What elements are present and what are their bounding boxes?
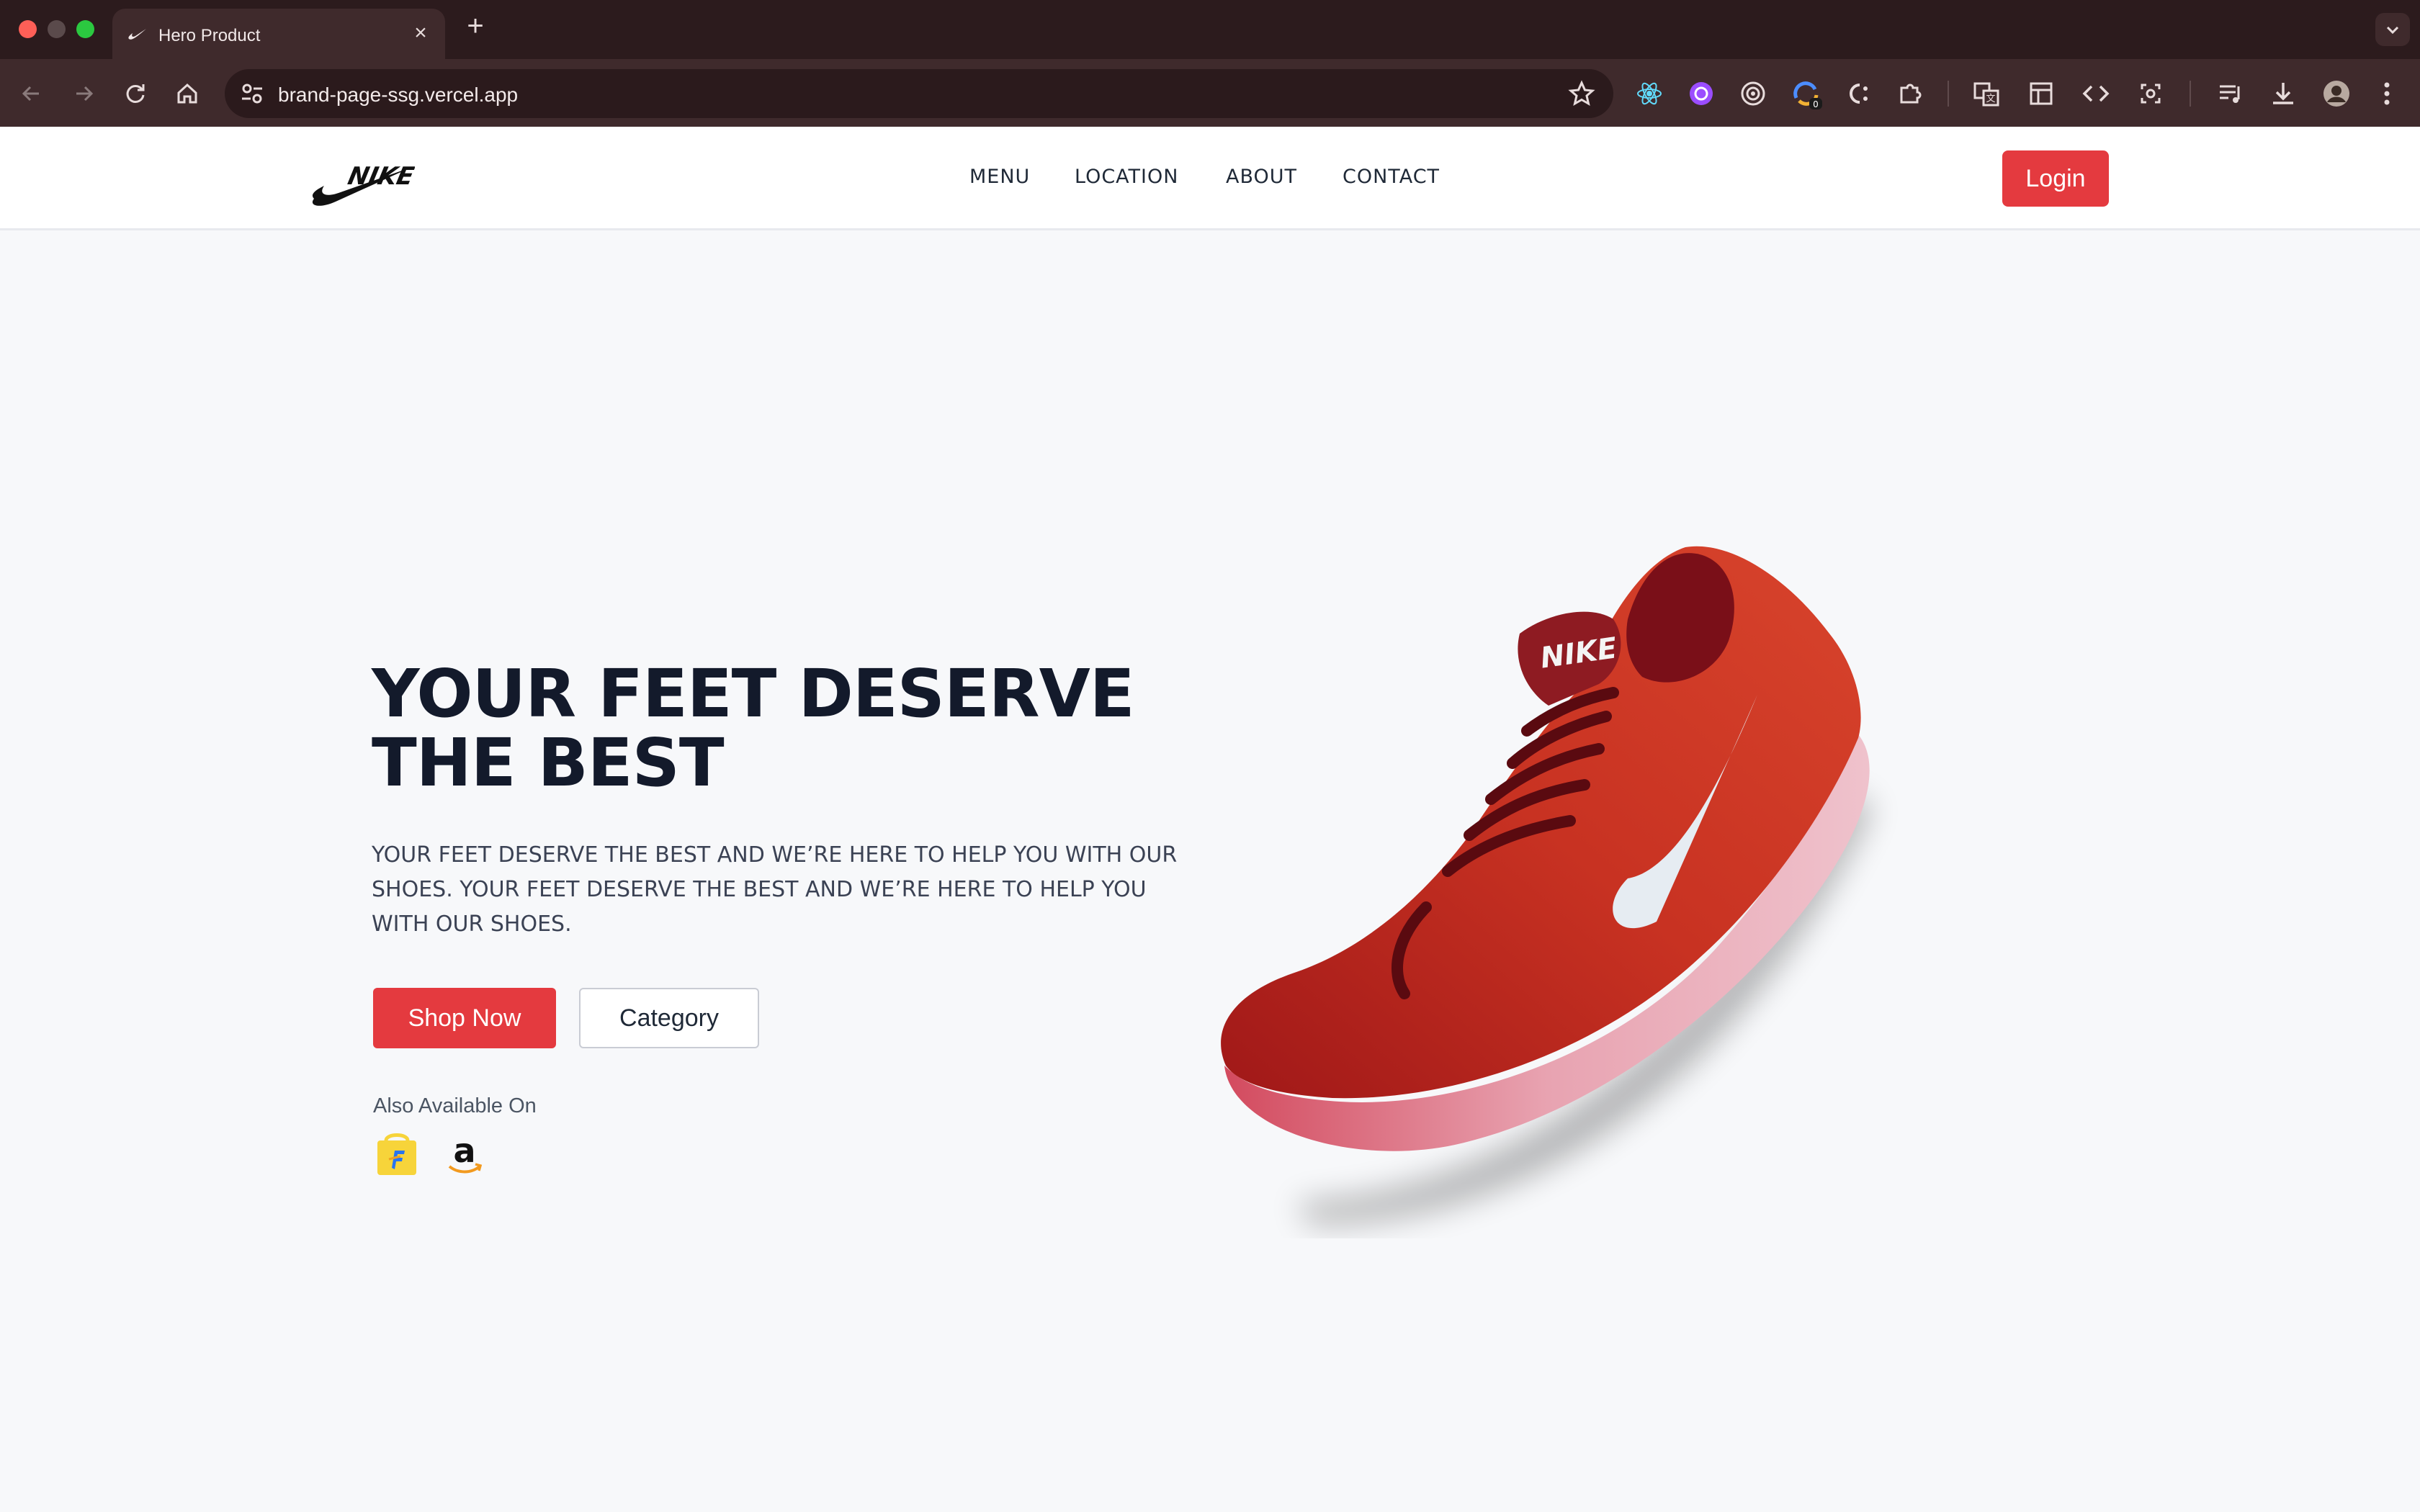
nav-location[interactable]: LOCATION [1075,166,1178,188]
svg-text:0: 0 [1813,99,1819,109]
tab-title: Hero Product [158,26,261,45]
screenshot-icon[interactable] [2133,76,2168,111]
new-tab-button[interactable]: + [461,12,490,40]
layout-panel-icon[interactable] [2024,76,2058,111]
category-button[interactable]: Category [579,988,759,1048]
site-settings-icon[interactable] [239,81,265,107]
hero-description: YOUR FEET DESERVE THE BEST AND WE’RE HER… [372,842,1178,937]
favicon-icon [128,29,146,40]
hero-title: YOUR FEET DESERVE THE BEST [372,655,1135,801]
extension-purple-icon[interactable] [1684,76,1718,111]
translate-icon[interactable]: 文 [1969,76,2004,111]
browser-tab-bar: Hero Product × + [0,0,2420,59]
nike-logo[interactable]: NIKE [307,148,415,213]
also-available-label: Also Available On [373,1094,537,1117]
nav-about[interactable]: ABOUT [1226,166,1297,188]
browser-toolbar: brand-page-ssg.vercel.app 0 文 [0,59,2420,127]
back-button[interactable] [16,78,48,109]
toolbar-divider [1948,81,1949,107]
home-button[interactable] [171,78,203,109]
react-devtools-icon[interactable] [1632,76,1667,111]
site-header: NIKE MENU LOCATION ABOUT CONTACT Login [0,127,2420,230]
media-queue-icon[interactable] [2214,76,2249,111]
chevron-down-icon [2386,26,2399,35]
reload-icon [126,84,145,103]
nav-menu[interactable]: MENU [969,166,1030,188]
url-text[interactable]: brand-page-ssg.vercel.app [278,84,518,107]
svg-text:文: 文 [1986,94,1995,104]
svg-text:NIKE: NIKE [345,162,415,191]
extensions-puzzle-icon[interactable] [1893,76,1927,111]
hero-shoe-image: NIKE [1221,546,1873,1224]
reload-button[interactable] [120,78,151,109]
minimize-window-button[interactable] [48,20,66,38]
bookmark-star-icon[interactable] [1567,79,1596,108]
svg-text:a: a [453,1131,475,1170]
maximize-window-button[interactable] [76,20,94,38]
shop-now-button[interactable]: Shop Now [373,988,556,1048]
login-button[interactable]: Login [2002,150,2109,207]
tab-close-icon[interactable]: × [408,20,434,46]
tab-search-button[interactable] [2375,13,2410,46]
browser-tab[interactable]: Hero Product × [112,9,445,59]
home-icon [177,83,197,104]
nav-contact[interactable]: CONTACT [1343,166,1440,188]
flipkart-icon[interactable] [373,1130,421,1178]
extension-target-icon[interactable] [1736,76,1770,111]
arrow-left-icon [22,86,39,102]
close-window-button[interactable] [19,20,37,38]
download-icon[interactable] [2266,76,2300,111]
extension-badge-icon[interactable]: 0 [1789,76,1824,111]
extension-css-icon[interactable] [1841,76,1876,111]
address-bar[interactable]: brand-page-ssg.vercel.app [225,69,1613,118]
arrow-right-icon [76,86,94,102]
amazon-icon[interactable]: a [441,1130,488,1178]
profile-avatar[interactable] [2319,76,2354,111]
code-icon[interactable] [2079,76,2113,111]
toolbar-divider [2190,81,2191,107]
forward-button[interactable] [68,78,99,109]
more-menu-icon[interactable] [2370,76,2404,111]
